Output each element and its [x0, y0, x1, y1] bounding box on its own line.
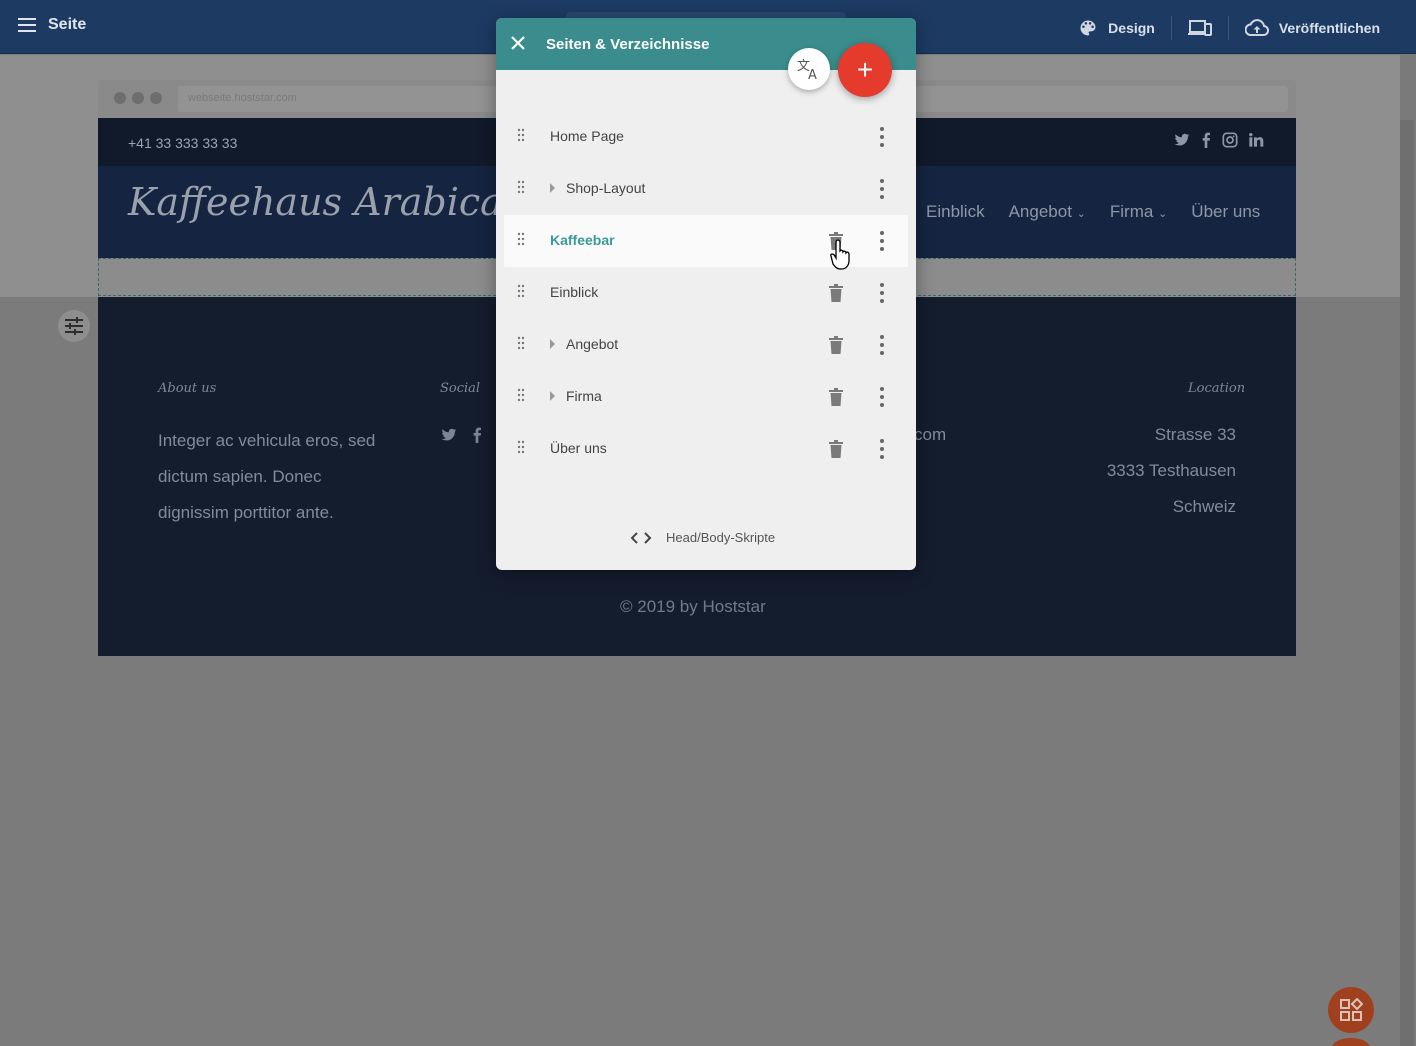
plus-icon: +	[856, 54, 874, 85]
drag-handle-icon[interactable]	[517, 232, 525, 246]
footer-social-links	[440, 427, 482, 443]
chevron-down-icon: ⌄	[1158, 208, 1168, 220]
site-nav-item[interactable]: Firma ⌄	[1110, 202, 1167, 222]
page-label: Angebot	[566, 336, 619, 352]
copyright: © 2019 by Hoststar	[620, 597, 766, 616]
drag-handle-icon[interactable]	[517, 284, 525, 298]
footer-email-fragment: com	[914, 425, 947, 444]
trash-icon[interactable]	[829, 284, 843, 302]
social-heading: Social	[440, 381, 481, 396]
window-dot	[150, 92, 162, 104]
page-row[interactable]: Home Page	[504, 111, 908, 163]
trash-icon[interactable]	[829, 440, 843, 458]
palette-icon	[1080, 20, 1096, 36]
site-nav-item[interactable]: Angebot ⌄	[1009, 202, 1086, 222]
publish-label: Veröffentlichen	[1278, 20, 1380, 36]
site-logo: Kaffeehaus Arabica	[128, 180, 503, 224]
section-settings-button[interactable]	[58, 310, 90, 342]
location-text: Strasse 33 3333 Testhausen Schweiz	[1107, 417, 1236, 525]
about-line: dignissim porttitor ante.	[158, 503, 334, 522]
svg-text:A: A	[808, 68, 817, 80]
page-row[interactable]: Firma	[504, 371, 908, 423]
trash-icon[interactable]	[829, 336, 843, 354]
window-dot	[132, 92, 144, 104]
about-heading: About us	[158, 381, 217, 396]
facebook-icon[interactable]	[472, 427, 482, 443]
page-label: Shop-Layout	[566, 180, 646, 196]
devices-icon	[1187, 20, 1212, 36]
more-options-icon[interactable]	[879, 231, 885, 251]
close-icon[interactable]	[508, 33, 528, 53]
page-label: Home Page	[550, 128, 624, 144]
location-line: Strasse 33	[1154, 425, 1236, 444]
drag-handle-icon[interactable]	[517, 388, 525, 402]
about-text: Integer ac vehicula eros, sed dictum sap…	[158, 423, 375, 531]
page-menu-button[interactable]: Seite	[18, 16, 86, 34]
about-line: Integer ac vehicula eros, sed	[158, 431, 376, 450]
expand-caret-icon[interactable]	[550, 183, 555, 193]
linkedin-icon[interactable]	[1248, 132, 1264, 148]
twitter-icon[interactable]	[440, 427, 458, 443]
site-nav-label: Firma	[1109, 202, 1154, 221]
page-menu-label: Seite	[48, 16, 87, 33]
site-nav: Einblick Angebot ⌄ Firma ⌄ Über uns	[926, 202, 1260, 222]
drag-handle-icon[interactable]	[517, 440, 525, 454]
more-options-icon[interactable]	[879, 179, 885, 199]
sliders-icon	[65, 317, 83, 335]
about-line: dictum sapien. Donec	[158, 467, 322, 486]
expand-caret-icon[interactable]	[550, 391, 555, 401]
menu-icon	[18, 18, 36, 32]
chevron-down-icon: ⌄	[1076, 208, 1086, 220]
site-social-links	[1174, 132, 1264, 148]
design-button[interactable]: Design	[1062, 16, 1171, 40]
more-options-icon[interactable]	[879, 335, 885, 355]
publish-button[interactable]: Veröffentlichen	[1227, 16, 1396, 40]
page-row[interactable]: Shop-Layout	[504, 163, 908, 215]
site-nav-item[interactable]: Über uns	[1191, 202, 1260, 222]
location-heading: Location	[1188, 381, 1246, 396]
hand-cursor-icon	[830, 239, 850, 270]
widgets-button[interactable]	[1328, 987, 1374, 1033]
location-line: Schweiz	[1172, 497, 1236, 516]
design-label: Design	[1108, 20, 1155, 36]
canvas-scrollbar[interactable]	[1400, 120, 1414, 1046]
more-options-icon[interactable]	[879, 127, 885, 147]
page-label: Einblick	[550, 284, 599, 300]
add-page-button[interactable]: +	[838, 43, 892, 97]
page-row[interactable]: Einblick	[504, 267, 908, 319]
facebook-icon[interactable]	[1200, 132, 1212, 148]
translate-button[interactable]: 文A	[788, 48, 830, 90]
site-nav-label: Angebot	[1008, 202, 1072, 221]
scripts-label: Head/Body-Skripte	[666, 530, 776, 545]
site-phone: +41 33 333 33 33	[128, 135, 238, 151]
translate-icon: 文A	[797, 59, 817, 80]
location-line: 3333 Testhausen	[1106, 461, 1236, 480]
more-options-icon[interactable]	[879, 283, 885, 303]
drag-handle-icon[interactable]	[517, 128, 525, 142]
page-label: Kaffeebar	[550, 232, 615, 248]
page-label: Über uns	[550, 440, 607, 456]
page-row[interactable]: Über uns	[504, 423, 908, 475]
twitter-icon[interactable]	[1174, 132, 1190, 148]
cloud-upload-icon	[1244, 19, 1269, 36]
expand-caret-icon[interactable]	[550, 339, 555, 349]
drag-handle-icon[interactable]	[517, 180, 525, 194]
head-body-scripts-button[interactable]: Head/Body-Skripte	[630, 530, 775, 545]
instagram-icon[interactable]	[1222, 132, 1238, 148]
dialog-title: Seiten & Verzeichnisse	[546, 36, 710, 53]
more-options-icon[interactable]	[879, 439, 885, 459]
pages-dialog: Seiten & Verzeichnisse 文A + Home Page Sho…	[496, 18, 916, 570]
site-nav-item[interactable]: Einblick	[926, 202, 985, 222]
more-options-icon[interactable]	[879, 387, 885, 407]
page-row[interactable]: Angebot	[504, 319, 908, 371]
page-label: Firma	[566, 388, 602, 404]
window-dot	[114, 92, 126, 104]
trash-icon[interactable]	[829, 388, 843, 406]
widgets-icon	[1340, 998, 1363, 1021]
drag-handle-icon[interactable]	[517, 336, 525, 350]
code-icon	[630, 531, 652, 544]
device-preview-button[interactable]	[1170, 16, 1228, 40]
